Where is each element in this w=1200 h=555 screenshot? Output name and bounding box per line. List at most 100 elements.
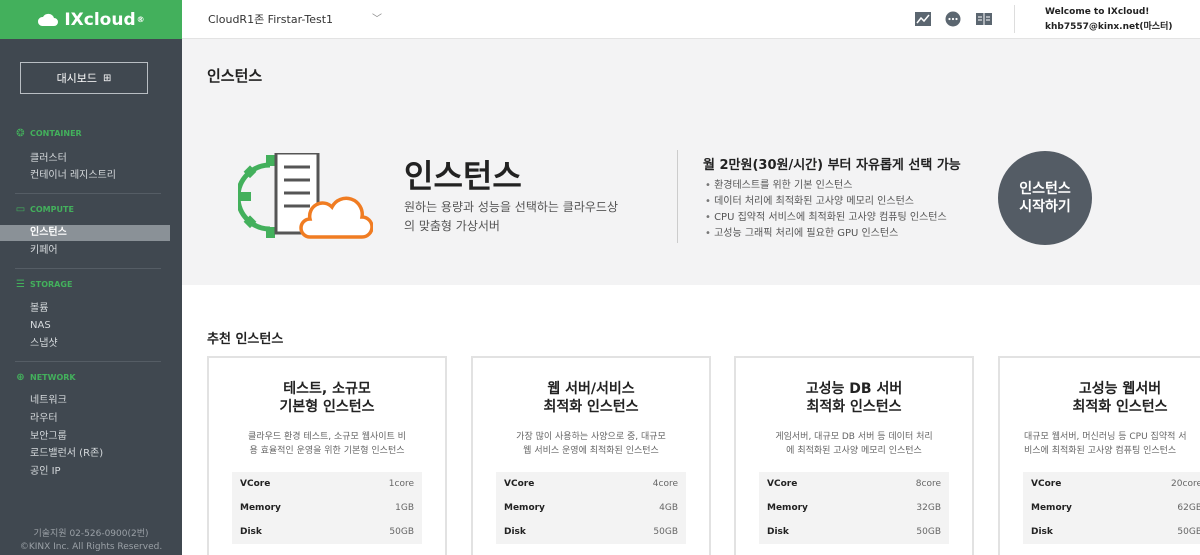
spec-key: Disk xyxy=(1031,527,1053,537)
spec-value: 1GB xyxy=(395,503,414,513)
section-title: NETWORK xyxy=(30,373,76,382)
chat-icon[interactable] xyxy=(944,11,962,27)
list-item: 데이터 처리에 최적화된 고사양 메모리 인스턴스 xyxy=(705,194,947,210)
chart-icon[interactable] xyxy=(914,11,932,27)
spec-row: Disk 50GB xyxy=(496,520,686,544)
list-item: CPU 집약적 서비스에 최적화된 고사양 컴퓨팅 인스턴스 xyxy=(705,210,947,226)
spec-row: Memory 62GB xyxy=(1023,496,1200,520)
card-title-line: 최적화 인스턴스 xyxy=(806,399,902,415)
spec-key: VCore xyxy=(767,479,798,489)
spec-row: VCore 4core xyxy=(496,472,686,496)
sidebar: IXcloud ® 대시보드 ⊞ ❂ CONTAINER 클러스터 컨테이너 레지… xyxy=(0,0,182,555)
user-menu[interactable]: Welcome to IXcloud! khb7557@kinx.net(마스터… xyxy=(1045,5,1172,35)
zone-selector[interactable]: CloudR1존 Firstar-Test1 xyxy=(208,11,333,27)
spec-value: 20core xyxy=(1171,479,1200,489)
hero-desc-line: 의 맞춤형 가상서버 xyxy=(404,219,500,233)
instance-card[interactable]: 테스트, 소규모 기본형 인스턴스 클라우드 환경 테스트, 소규모 웹사이트 … xyxy=(207,356,447,555)
card-description: 대규모 웹서버, 머신러닝 등 CPU 집약적 서 비스에 최적화된 고사양 컴… xyxy=(1024,430,1200,458)
top-bar: CloudR1존 Firstar-Test1 ﹀ Welcome to IXcl… xyxy=(182,0,1200,39)
card-title-line: 고성능 DB 서버 xyxy=(805,381,903,397)
sidebar-item-router[interactable]: 라우터 xyxy=(30,411,58,427)
pricing-headline: 월 2만원(30원/시간) 부터 자유롭게 선택 가능 xyxy=(703,158,961,173)
card-desc-line: 클라우드 환경 테스트, 소규모 웹사이트 비 xyxy=(248,432,406,442)
card-description: 게임서버, 대규모 DB 서버 등 데이터 처리 에 최적화된 고사양 메모리 … xyxy=(754,430,954,458)
instance-card[interactable]: 고성능 DB 서버 최적화 인스턴스 게임서버, 대규모 DB 서버 등 데이터… xyxy=(734,356,974,555)
sidebar-item-cluster[interactable]: 클러스터 xyxy=(30,151,67,167)
grid-icon: ⊞ xyxy=(103,72,112,84)
spec-key: Memory xyxy=(767,503,808,513)
dashboard-label: 대시보드 xyxy=(56,72,98,85)
spec-value: 1core xyxy=(388,479,414,489)
spec-key: Disk xyxy=(767,527,789,537)
card-desc-line: 용 효율적인 운영을 위한 기본형 인스턴스 xyxy=(249,446,405,456)
sidebar-item-public-ip[interactable]: 공인 IP xyxy=(30,464,61,480)
spec-value: 50GB xyxy=(389,527,414,537)
section-network[interactable]: ⊕ NETWORK xyxy=(15,372,76,383)
instance-card[interactable]: 웹 서버/서비스 최적화 인스턴스 가장 많이 사용하는 사양으로 중, 대규모… xyxy=(471,356,711,555)
card-description: 클라우드 환경 테스트, 소규모 웹사이트 비 용 효율적인 운영을 위한 기본… xyxy=(227,430,427,458)
spec-row: VCore 8core xyxy=(759,472,949,496)
instance-card[interactable]: 고성능 웹서버 최적화 인스턴스 대규모 웹서버, 머신러닝 등 CPU 집약적… xyxy=(998,356,1200,555)
sidebar-item-network[interactable]: 네트워크 xyxy=(30,393,67,409)
card-description: 가장 많이 사용하는 사양으로 중, 대규모 웹 서비스 운영에 최적화된 인스… xyxy=(491,430,691,458)
hero-desc-line: 원하는 용량과 성능을 선택하는 클라우드상 xyxy=(404,200,618,214)
feature-list: 환경테스트를 위한 기본 인스턴스 데이터 처리에 최적화된 고사양 메모리 인… xyxy=(705,178,947,242)
sidebar-item-container-registry[interactable]: 컨테이너 레지스트리 xyxy=(30,168,116,184)
card-title: 웹 서버/서비스 최적화 인스턴스 xyxy=(473,380,709,416)
spec-row: Disk 50GB xyxy=(759,520,949,544)
card-title-line: 최적화 인스턴스 xyxy=(1072,399,1168,415)
card-title: 테스트, 소규모 기본형 인스턴스 xyxy=(209,380,445,416)
spec-key: VCore xyxy=(1031,479,1062,489)
card-title-line: 웹 서버/서비스 xyxy=(547,381,635,397)
divider xyxy=(677,150,678,243)
divider xyxy=(15,268,161,269)
section-title: CONTAINER xyxy=(30,129,82,138)
section-compute[interactable]: ▭ COMPUTE xyxy=(15,204,74,215)
sidebar-item-snapshot[interactable]: 스냅샷 xyxy=(30,336,58,352)
card-desc-line: 대규모 웹서버, 머신러닝 등 CPU 집약적 서 xyxy=(1024,432,1187,442)
spec-row: Memory 32GB xyxy=(759,496,949,520)
button-label: 시작하기 xyxy=(1019,199,1071,215)
welcome-text: Welcome to IXcloud! xyxy=(1045,7,1150,17)
card-desc-line: 게임서버, 대규모 DB 서버 등 데이터 처리 xyxy=(775,432,933,442)
card-title: 고성능 웹서버 최적화 인스턴스 xyxy=(1000,380,1200,416)
sidebar-item-instance[interactable]: 인스턴스 xyxy=(0,225,170,241)
sidebar-item-keypair[interactable]: 키페어 xyxy=(30,243,58,259)
spec-key: Memory xyxy=(1031,503,1072,513)
copyright: ©KINX Inc. All Rights Reserved. xyxy=(19,542,163,552)
divider xyxy=(15,361,161,362)
cloud-logo-icon xyxy=(38,13,59,26)
sidebar-item-volume[interactable]: 볼륨 xyxy=(30,301,48,317)
gear-icon: ❂ xyxy=(16,128,25,139)
spec-row: Memory 4GB xyxy=(496,496,686,520)
spec-value: 50GB xyxy=(1177,527,1200,537)
spec-key: Disk xyxy=(504,527,526,537)
sidebar-item-load-balancer[interactable]: 로드밸런서 (R존) xyxy=(30,446,103,462)
start-instance-button[interactable]: 인스턴스 시작하기 xyxy=(998,151,1092,245)
support-phone: 기술지원 02-526-0900(2번) xyxy=(33,529,149,539)
spec-row: VCore 1core xyxy=(232,472,422,496)
spec-key: Memory xyxy=(504,503,545,513)
brand-mark: ® xyxy=(136,15,145,24)
card-title-line: 최적화 인스턴스 xyxy=(543,399,639,415)
brand-name: IXcloud xyxy=(64,9,136,30)
spec-value: 4GB xyxy=(659,503,678,513)
dashboard-button[interactable]: 대시보드 ⊞ xyxy=(20,62,148,94)
spec-value: 32GB xyxy=(916,503,941,513)
button-label: 인스턴스 xyxy=(1019,181,1071,197)
spec-key: Disk xyxy=(240,527,262,537)
spec-key: VCore xyxy=(240,479,271,489)
spec-key: VCore xyxy=(504,479,535,489)
section-storage[interactable]: ☰ STORAGE xyxy=(15,279,72,290)
spec-value: 4core xyxy=(652,479,678,489)
book-icon[interactable] xyxy=(975,11,993,27)
sidebar-item-security-group[interactable]: 보안그룹 xyxy=(30,429,67,445)
card-title-line: 기본형 인스턴스 xyxy=(279,399,375,415)
divider xyxy=(1014,5,1015,33)
logo[interactable]: IXcloud ® xyxy=(0,0,182,39)
chevron-down-icon[interactable]: ﹀ xyxy=(372,10,382,25)
hero-title: 인스턴스 xyxy=(404,157,522,195)
section-container[interactable]: ❂ CONTAINER xyxy=(15,128,82,139)
list-item: 고성능 그래픽 처리에 필요한 GPU 인스턴스 xyxy=(705,226,947,242)
sidebar-item-nas[interactable]: NAS xyxy=(30,318,51,334)
